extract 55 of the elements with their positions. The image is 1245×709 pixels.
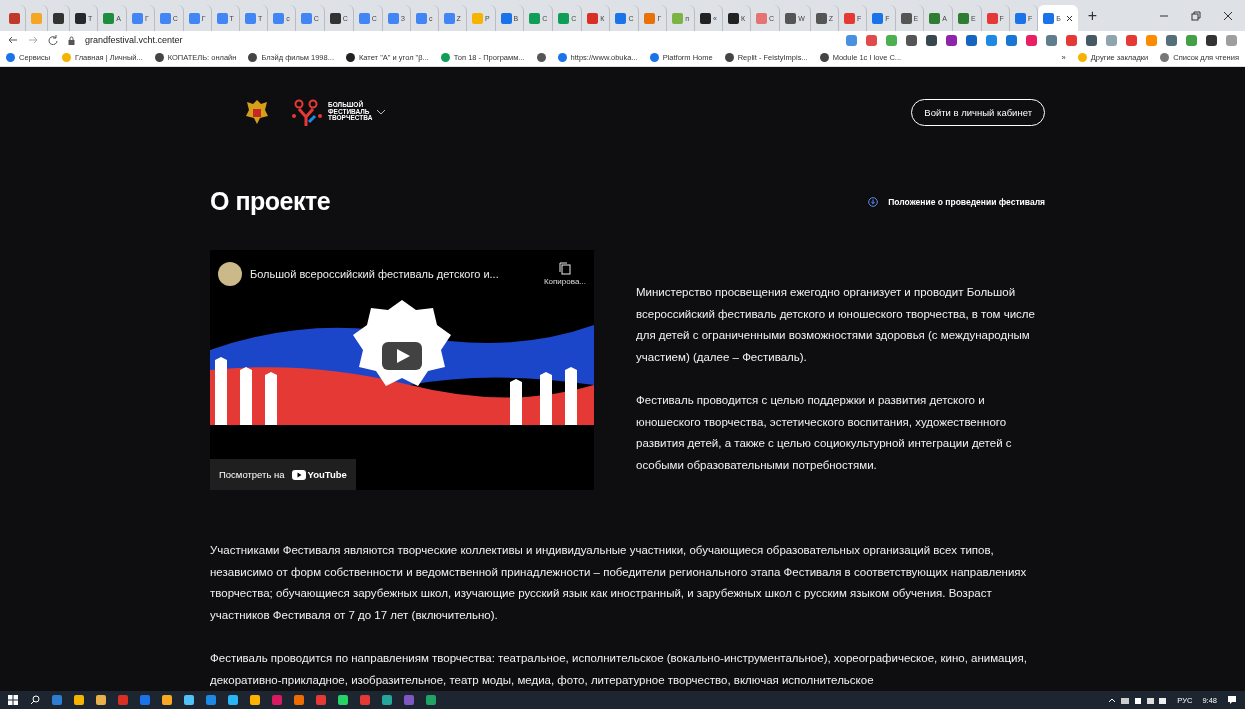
taskbar-app-icon[interactable] bbox=[140, 695, 150, 705]
download-icon bbox=[868, 196, 879, 207]
copy-link-label[interactable]: Копирова... bbox=[543, 277, 586, 286]
back-icon[interactable] bbox=[8, 35, 18, 45]
copy-icon[interactable] bbox=[558, 262, 571, 275]
taskbar-app-icon[interactable] bbox=[338, 695, 348, 705]
video-title: Большой всероссийский фестиваль детского и... bbox=[250, 268, 499, 280]
paragraph: Фестиваль проводится с целью поддержки и развития детского и юношеского творчества, эстетического воспитания, художественного развития детей, а также с целью социокультурной интеграции детей с особыми образовательными потребностями. bbox=[636, 393, 1013, 473]
lock-icon bbox=[68, 35, 75, 45]
chevron-down-icon[interactable] bbox=[376, 109, 387, 115]
page-title: О проекте bbox=[210, 187, 331, 216]
taskbar-app-icon[interactable] bbox=[404, 695, 414, 705]
close-tab-icon[interactable] bbox=[1065, 14, 1073, 22]
emblem-icon bbox=[244, 98, 270, 126]
taskbar-app-icon[interactable] bbox=[74, 695, 84, 705]
taskbar-app-icon[interactable] bbox=[228, 695, 238, 705]
tray-icons-drawing bbox=[1107, 695, 1168, 705]
channel-avatar bbox=[218, 262, 242, 286]
taskbar-app-icon[interactable] bbox=[52, 695, 62, 705]
url-field[interactable]: grandfestival.vcht.center bbox=[85, 35, 183, 45]
extension-icon[interactable] bbox=[966, 34, 977, 46]
taskbar-app-icon[interactable] bbox=[382, 695, 392, 705]
extension-icon[interactable] bbox=[1086, 34, 1097, 46]
search-icon[interactable] bbox=[30, 695, 40, 705]
reload-icon[interactable] bbox=[48, 35, 58, 45]
notification-icon[interactable] bbox=[1227, 695, 1237, 705]
paragraph: Участниками Фестиваля являются творческие коллективы и индивидуальные участники, обучающиеся образовательных организаций всех типов, независимо от форм собственности и ведомственной принадлежности – победители регионального этапа Фестиваля в соответствующих направлениях творчества; обучающиеся зарубежных школ, изучающие русский язык как иностранный, и зарубежных школ с русским языком обучения. Возраст участников Фестиваля от 7 до 17 лет (включительно). bbox=[210, 543, 1028, 623]
taskbar-app-icon[interactable] bbox=[426, 695, 436, 705]
taskbar-app-icon[interactable] bbox=[206, 695, 216, 705]
taskbar-app-icon[interactable] bbox=[250, 695, 260, 705]
paragraph: Министерство просвещения ежегодно организует и проводит Большой всероссийский фестиваль детского и юношеского творчества, в том числе для детей с ограниченными возможностями здоровья (с международным участием) (далее – Фестиваль). bbox=[636, 285, 1036, 365]
play-logo-icon bbox=[291, 469, 306, 480]
taskbar-app-icon[interactable] bbox=[184, 695, 194, 705]
taskbar-app-icon[interactable] bbox=[316, 695, 326, 705]
extension-icon[interactable] bbox=[946, 34, 957, 46]
forward-icon[interactable] bbox=[28, 35, 38, 45]
extension-icon[interactable] bbox=[906, 34, 917, 46]
paragraph: Фестиваль проводится по направлениям творчества: театральное, исполнительское (вокально-инструментальное), хореографическое, кино, анимация, декоративно-прикладное, изобразительное, театр моды, медиа, фото, литературное творчество, включая исполнительское bbox=[210, 651, 1028, 688]
close-icon[interactable] bbox=[1223, 10, 1233, 21]
extension-icon[interactable] bbox=[926, 34, 937, 46]
taskbar-app-icon[interactable] bbox=[272, 695, 282, 705]
extension-icon[interactable] bbox=[1166, 34, 1177, 46]
windows-start-icon[interactable] bbox=[8, 695, 18, 705]
new-tab-button[interactable]: + bbox=[1087, 6, 1098, 25]
taskbar-app-icon[interactable] bbox=[118, 695, 128, 705]
watch-on-youtube-button[interactable]: Посмотреть на YouTube bbox=[210, 459, 356, 490]
extension-icon[interactable] bbox=[1206, 34, 1217, 46]
taskbar-app-icon[interactable] bbox=[360, 695, 370, 705]
document-link[interactable]: Положение о проведении фестиваля bbox=[868, 196, 1045, 207]
bookmark-icon[interactable] bbox=[536, 53, 546, 62]
taskbar-app-icon[interactable] bbox=[162, 695, 172, 705]
restore-icon[interactable] bbox=[1191, 10, 1201, 21]
taskbar-app-icon[interactable] bbox=[96, 695, 106, 705]
taskbar-app-icon[interactable] bbox=[294, 695, 304, 705]
video-player[interactable]: Большой всероссийский фестиваль детского и... Копирова... Посмотреть на YouTube bbox=[210, 250, 594, 490]
